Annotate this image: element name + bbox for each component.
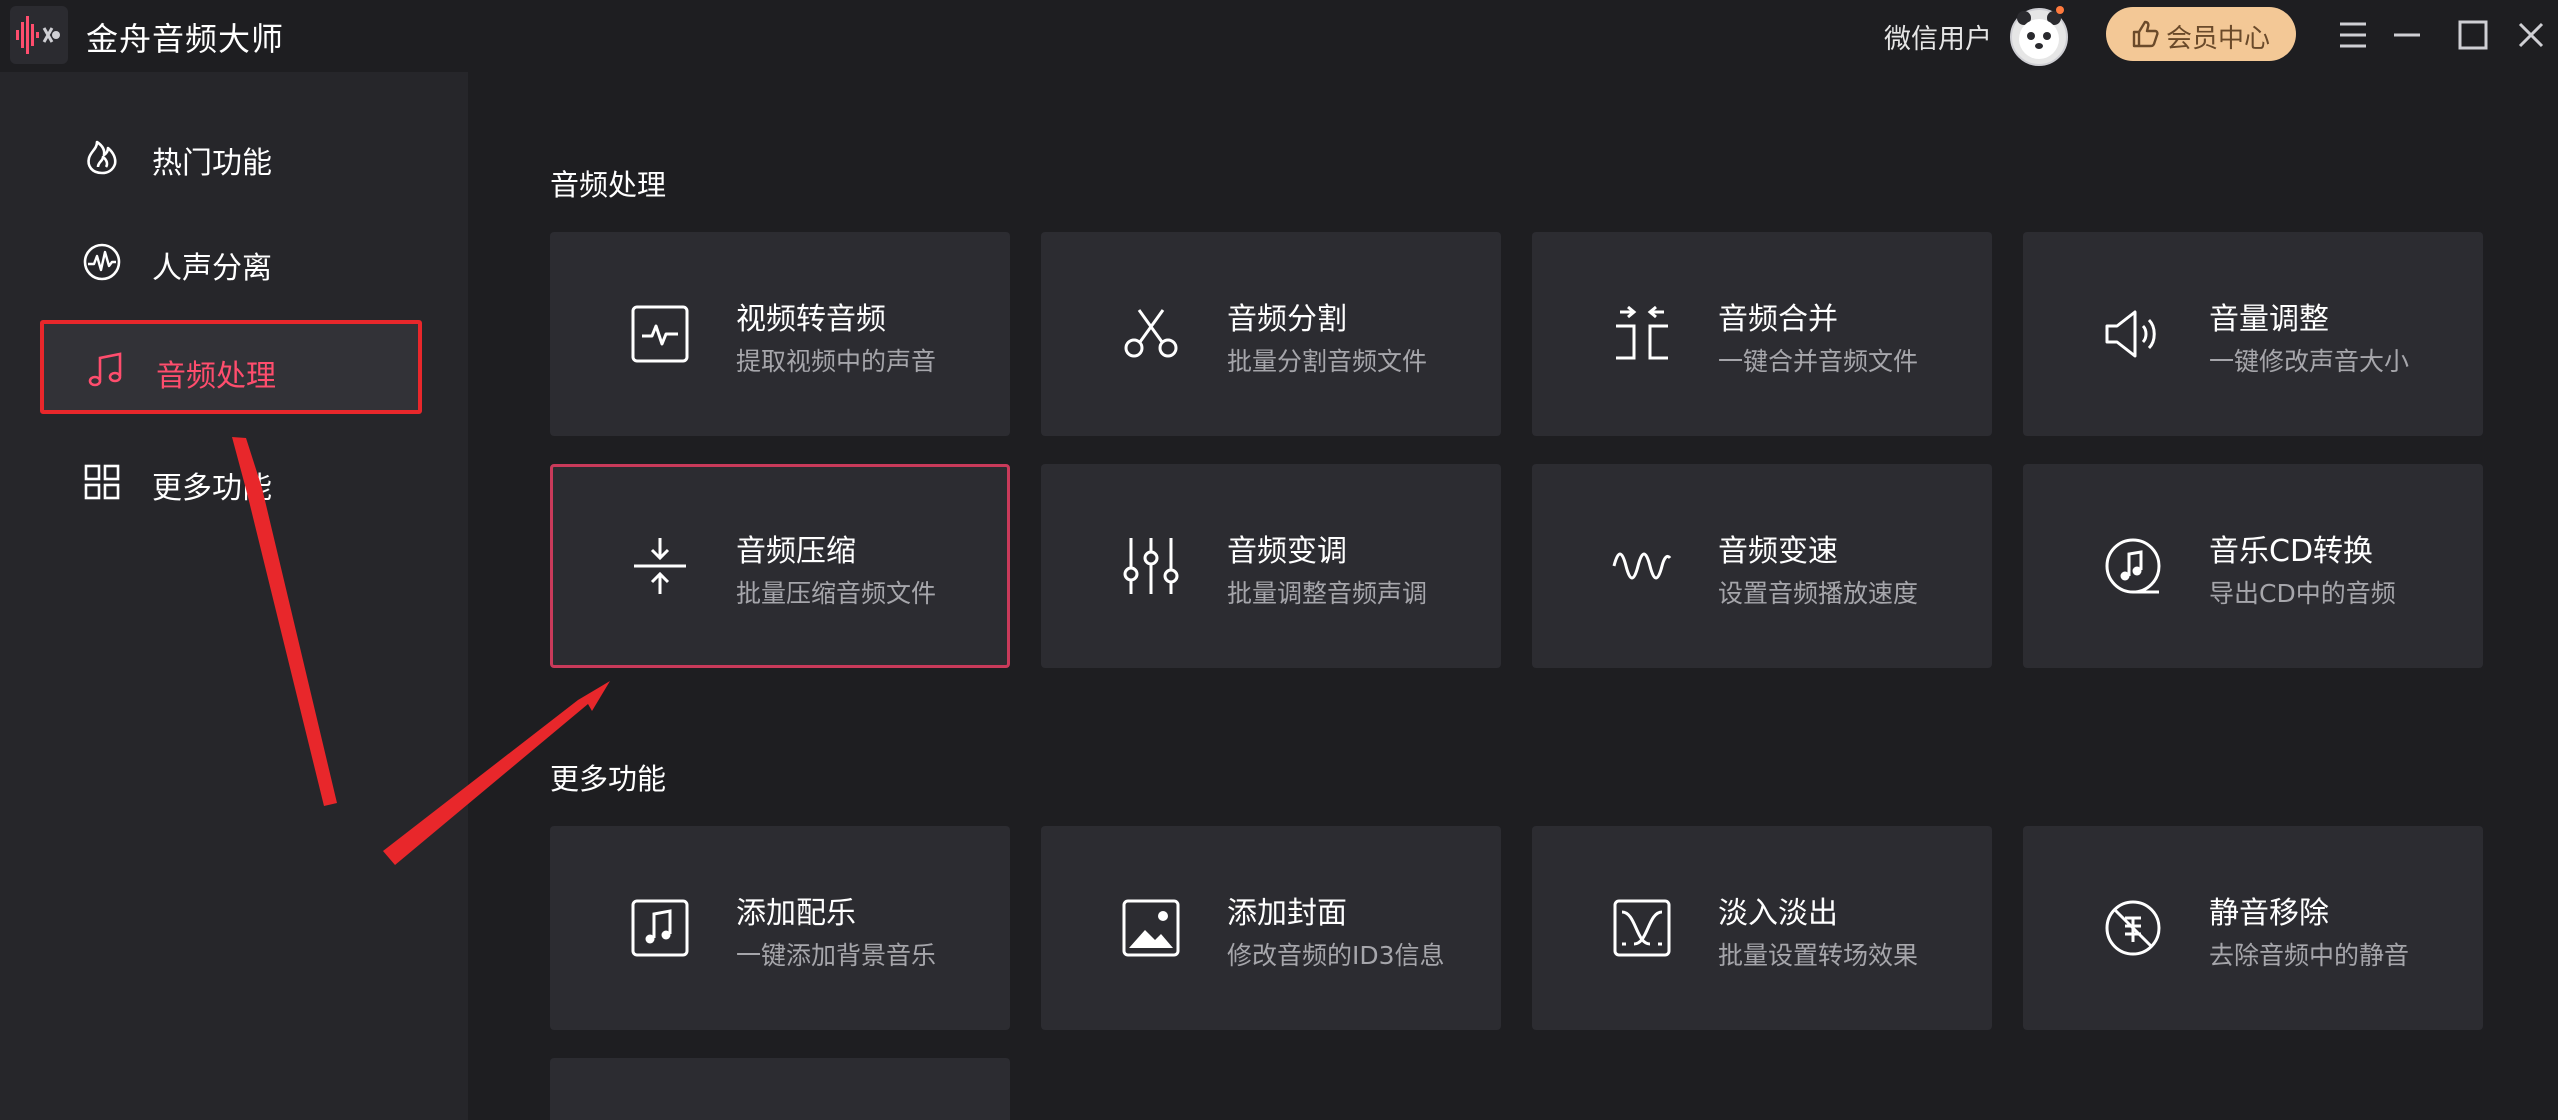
card-audio-compress[interactable]: 音频压缩 批量压缩音频文件 xyxy=(550,464,1010,668)
sidebar-item-audio-processing[interactable]: 音频处理 xyxy=(40,320,422,414)
card-title: 音频变调 xyxy=(1227,534,1347,569)
mute-remove-icon xyxy=(2103,898,2163,958)
card-subtitle: 批量设置转场效果 xyxy=(1718,941,1919,970)
sidebar-item-more-features[interactable]: 更多功能 xyxy=(42,438,420,524)
card-partial[interactable] xyxy=(550,1058,1010,1120)
music-note-icon xyxy=(86,350,126,390)
card-title: 添加配乐 xyxy=(736,896,856,931)
image-box-icon xyxy=(1121,898,1181,958)
card-subtitle: 修改音频的ID3信息 xyxy=(1227,941,1445,970)
scissors-icon xyxy=(1121,304,1181,364)
user-name[interactable]: 微信用户 xyxy=(1884,17,1992,56)
section-title-more-features: 更多功能 xyxy=(550,762,667,796)
card-music-cd-convert[interactable]: 音乐CD转换 导出CD中的音频 xyxy=(2023,464,2483,668)
compress-icon xyxy=(630,536,690,596)
pulse-box-icon xyxy=(630,304,690,364)
card-video-to-audio[interactable]: 视频转音频 提取视频中的声音 xyxy=(550,232,1010,436)
card-title: 音乐CD转换 xyxy=(2209,534,2374,569)
card-subtitle: 批量压缩音频文件 xyxy=(736,579,937,608)
sine-wave-icon xyxy=(1612,536,1672,596)
card-audio-split[interactable]: 音频分割 批量分割音频文件 xyxy=(1041,232,1501,436)
fade-box-icon xyxy=(1612,898,1672,958)
equalizer-icon xyxy=(1121,536,1181,596)
maximize-icon[interactable] xyxy=(2450,12,2496,58)
app-logo-icon xyxy=(10,6,68,64)
card-audio-merge[interactable]: 音频合并 一键合并音频文件 xyxy=(1532,232,1992,436)
card-title: 音频变速 xyxy=(1718,534,1838,569)
speaker-icon xyxy=(2103,304,2163,364)
card-title: 音量调整 xyxy=(2209,302,2329,337)
sidebar-item-label: 热门功能 xyxy=(152,146,272,181)
card-title: 音频压缩 xyxy=(736,534,856,569)
card-subtitle: 导出CD中的音频 xyxy=(2209,579,2396,608)
card-title: 视频转音频 xyxy=(736,302,886,337)
sidebar-item-label: 音频处理 xyxy=(156,359,276,394)
card-title: 淡入淡出 xyxy=(1718,896,1838,931)
card-subtitle: 一键合并音频文件 xyxy=(1718,347,1919,376)
merge-icon xyxy=(1612,304,1672,364)
close-icon[interactable] xyxy=(2508,12,2554,58)
music-box-icon xyxy=(630,898,690,958)
card-audio-speed[interactable]: 音频变速 设置音频播放速度 xyxy=(1532,464,1992,668)
card-title: 添加封面 xyxy=(1227,896,1347,931)
card-add-music[interactable]: 添加配乐 一键添加背景音乐 xyxy=(550,826,1010,1030)
card-subtitle: 去除音频中的静音 xyxy=(2209,941,2410,970)
sidebar-item-label: 人声分离 xyxy=(152,251,272,286)
avatar[interactable] xyxy=(2006,2,2072,68)
card-volume-adjust[interactable]: 音量调整 一键修改声音大小 xyxy=(2023,232,2483,436)
sidebar-item-label: 更多功能 xyxy=(152,471,272,506)
card-title: 静音移除 xyxy=(2209,896,2329,931)
card-fade-in-out[interactable]: 淡入淡出 批量设置转场效果 xyxy=(1532,826,1992,1030)
vip-center-button[interactable]: 会员中心 xyxy=(2106,7,2296,61)
card-silence-remove[interactable]: 静音移除 去除音频中的静音 xyxy=(2023,826,2483,1030)
sidebar: 热门功能 人声分离 音频处理 更多功能 xyxy=(0,72,468,1120)
vip-center-label: 会员中心 xyxy=(2166,24,2271,54)
card-title: 音频分割 xyxy=(1227,302,1347,337)
card-subtitle: 批量分割音频文件 xyxy=(1227,347,1428,376)
card-subtitle: 一键添加背景音乐 xyxy=(736,941,937,970)
flame-icon xyxy=(82,137,122,177)
card-subtitle: 提取视频中的声音 xyxy=(736,347,937,376)
grid-icon xyxy=(82,462,122,502)
sidebar-item-vocal-separation[interactable]: 人声分离 xyxy=(42,218,420,304)
waveform-circle-icon xyxy=(82,242,122,282)
thumbs-up-icon xyxy=(2128,18,2160,50)
app-title: 金舟音频大师 xyxy=(86,20,285,58)
minimize-icon[interactable] xyxy=(2384,12,2430,58)
card-title: 音频合并 xyxy=(1718,302,1838,337)
sidebar-item-hot-features[interactable]: 热门功能 xyxy=(42,113,420,199)
card-subtitle: 设置音频播放速度 xyxy=(1718,579,1919,608)
section-title-audio-processing: 音频处理 xyxy=(550,168,667,202)
menu-icon[interactable] xyxy=(2330,12,2376,58)
card-pitch-shift[interactable]: 音频变调 批量调整音频声调 xyxy=(1041,464,1501,668)
card-subtitle: 一键修改声音大小 xyxy=(2209,347,2410,376)
card-add-cover[interactable]: 添加封面 修改音频的ID3信息 xyxy=(1041,826,1501,1030)
title-bar: 金舟音频大师 微信用户 会员中心 xyxy=(0,0,2558,72)
cd-music-icon xyxy=(2103,536,2163,596)
card-subtitle: 批量调整音频声调 xyxy=(1227,579,1428,608)
